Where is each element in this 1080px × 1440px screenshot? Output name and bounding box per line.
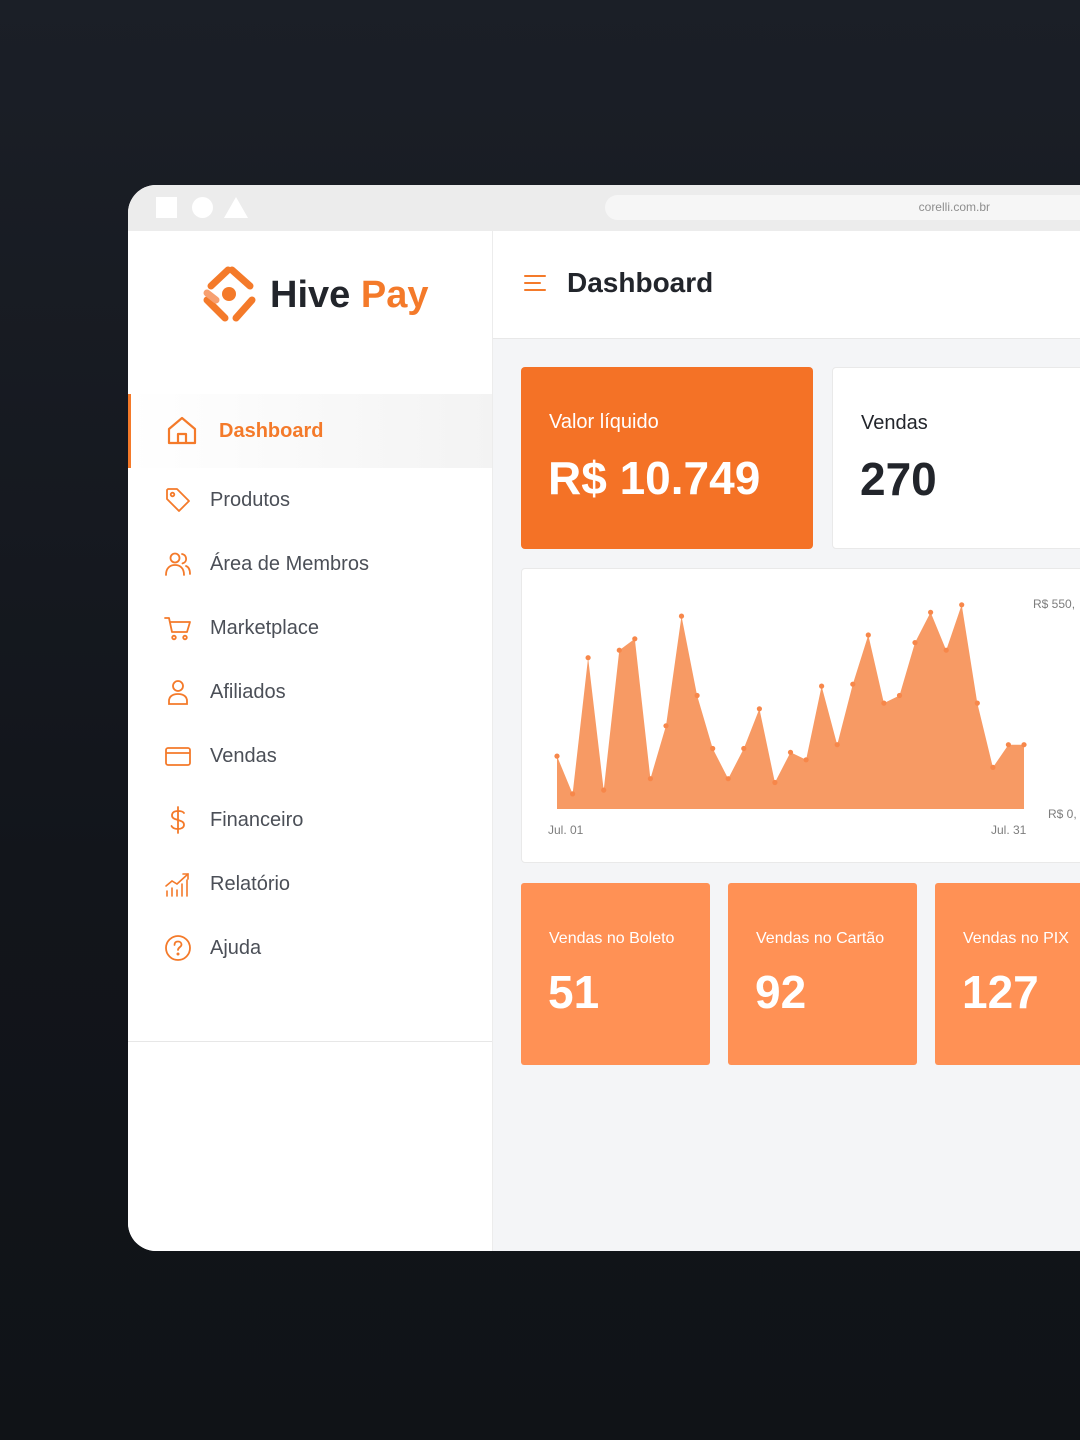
y-max-tick-label: R$ 550, [1033, 597, 1075, 611]
chart-point [663, 723, 669, 729]
sidebar-item-afiliados[interactable]: Afiliados [128, 660, 492, 724]
net-value-amount: R$ 10.749 [548, 452, 761, 504]
sidebar-item-ajuda[interactable]: Ajuda [128, 916, 492, 980]
chart-point [616, 647, 622, 653]
pix-sales-label: Vendas no PIX [963, 930, 1069, 947]
brand-name-part2: Pay [360, 274, 429, 316]
chart-point [1021, 742, 1027, 748]
sidebar-nav: Dashboard Produtos Área de Membros Marke… [128, 394, 492, 980]
users-icon [164, 550, 192, 578]
chart-point [678, 613, 685, 619]
chart-point [554, 753, 560, 759]
main-content: Dashboard Valor líquido R$ 10.749 Vendas… [493, 231, 1080, 1251]
address-bar[interactable]: corelli.com.br [605, 195, 1080, 220]
window-circle-control[interactable] [192, 197, 213, 218]
chart-point [585, 655, 591, 661]
boleto-sales-count: 51 [548, 966, 600, 1018]
browser-window: corelli.com.br Hive Pay Dashboard Produt… [128, 185, 1080, 1251]
chart-point [710, 745, 716, 752]
sales-chart-card: Jul. 01 Jul. 31 R$ 550, R$ 0, [521, 568, 1080, 863]
address-bar-url: corelli.com.br [918, 200, 990, 214]
user-icon [164, 678, 192, 706]
sidebar-item-label: Área de Membros [210, 552, 369, 575]
chart-point [850, 681, 856, 687]
card-sales-count: 92 [755, 966, 807, 1018]
chart-point [756, 706, 762, 712]
chart-point [601, 787, 607, 793]
page-header: Dashboard [493, 231, 1080, 339]
sales-card: Vendas 270 [832, 367, 1080, 549]
pix-sales-card: Vendas no PIX 127 [935, 883, 1080, 1065]
sidebar-divider [128, 1041, 492, 1042]
chart-point [741, 745, 747, 752]
chart-point [928, 609, 934, 615]
sidebar: Hive Pay Dashboard Produtos Área de Memb… [128, 231, 493, 1251]
card-sales-card: Vendas no Cartão 92 [728, 883, 917, 1065]
chart-point [772, 779, 778, 786]
sidebar-item-label: Marketplace [210, 616, 319, 639]
page-title: Dashboard [567, 267, 714, 298]
brand-logo[interactable]: Hive Pay [198, 264, 438, 324]
sidebar-item-vendas[interactable]: Vendas [128, 724, 492, 788]
sidebar-item-label: Produtos [210, 488, 291, 511]
chart-point [990, 764, 996, 770]
sidebar-item-financeiro[interactable]: Financeiro [128, 788, 492, 852]
sidebar-item-produtos[interactable]: Produtos [128, 468, 492, 532]
sidebar-item-relatorio[interactable]: Relatório [128, 852, 492, 916]
sidebar-item-label: Afiliados [210, 680, 286, 703]
boleto-sales-card: Vendas no Boleto 51 [521, 883, 710, 1065]
chart-point [943, 647, 949, 653]
net-value-label: Valor líquido [549, 411, 659, 433]
cart-icon [164, 614, 192, 642]
chart-point [632, 636, 638, 642]
chart-point [570, 791, 576, 797]
sidebar-item-label: Vendas [210, 744, 277, 767]
chart-icon [164, 870, 192, 898]
chart-point [803, 757, 809, 763]
chart-point [819, 683, 825, 689]
x-start-tick-label: Jul. 01 [548, 823, 584, 837]
net-value-card: Valor líquido R$ 10.749 [521, 367, 813, 549]
chart-point [959, 602, 965, 608]
sales-label: Vendas [861, 412, 928, 434]
chart-point [912, 640, 918, 646]
y-min-tick-label: R$ 0, [1048, 807, 1077, 821]
chart-point [974, 700, 980, 706]
dollar-icon [164, 806, 192, 834]
card-sales-label: Vendas no Cartão [756, 930, 885, 947]
boleto-sales-label: Vendas no Boleto [549, 930, 675, 947]
sidebar-item-label: Relatório [210, 872, 291, 895]
chart-point [694, 692, 700, 699]
chart-point [865, 632, 871, 638]
credit-card-icon [164, 742, 192, 770]
chart-point [834, 742, 840, 748]
window-triangle-control[interactable] [224, 197, 248, 218]
hive-pay-logo-icon [203, 266, 256, 322]
sales-count: 270 [860, 453, 937, 505]
sidebar-item-label: Dashboard [219, 419, 324, 442]
x-end-tick-label: Jul. 31 [991, 823, 1027, 837]
window-square-control[interactable] [156, 197, 177, 218]
sidebar-item-area-de-membros[interactable]: Área de Membros [128, 532, 492, 596]
sidebar-item-marketplace[interactable]: Marketplace [128, 596, 492, 660]
tag-icon [164, 486, 192, 514]
sidebar-item-dashboard[interactable]: Dashboard [128, 394, 492, 468]
pix-sales-count: 127 [962, 966, 1039, 1018]
home-icon [166, 415, 198, 447]
chart-point [725, 776, 731, 782]
sidebar-item-label: Financeiro [210, 808, 304, 831]
brand-name-part1: Hive [270, 274, 351, 316]
sidebar-item-label: Ajuda [210, 936, 262, 959]
hamburger-menu-icon[interactable] [523, 273, 547, 293]
help-icon [164, 934, 192, 962]
chart-point [787, 749, 794, 755]
chart-point [881, 700, 887, 706]
chart-point [647, 776, 653, 782]
brand-name: Hive Pay [270, 274, 428, 317]
chart-point [1005, 742, 1011, 748]
chart-area-series [557, 604, 1024, 809]
browser-titlebar: corelli.com.br [128, 185, 1080, 231]
chart-point [896, 692, 903, 699]
sales-area-chart: Jul. 01 Jul. 31 R$ 550, R$ 0, [548, 597, 1077, 837]
